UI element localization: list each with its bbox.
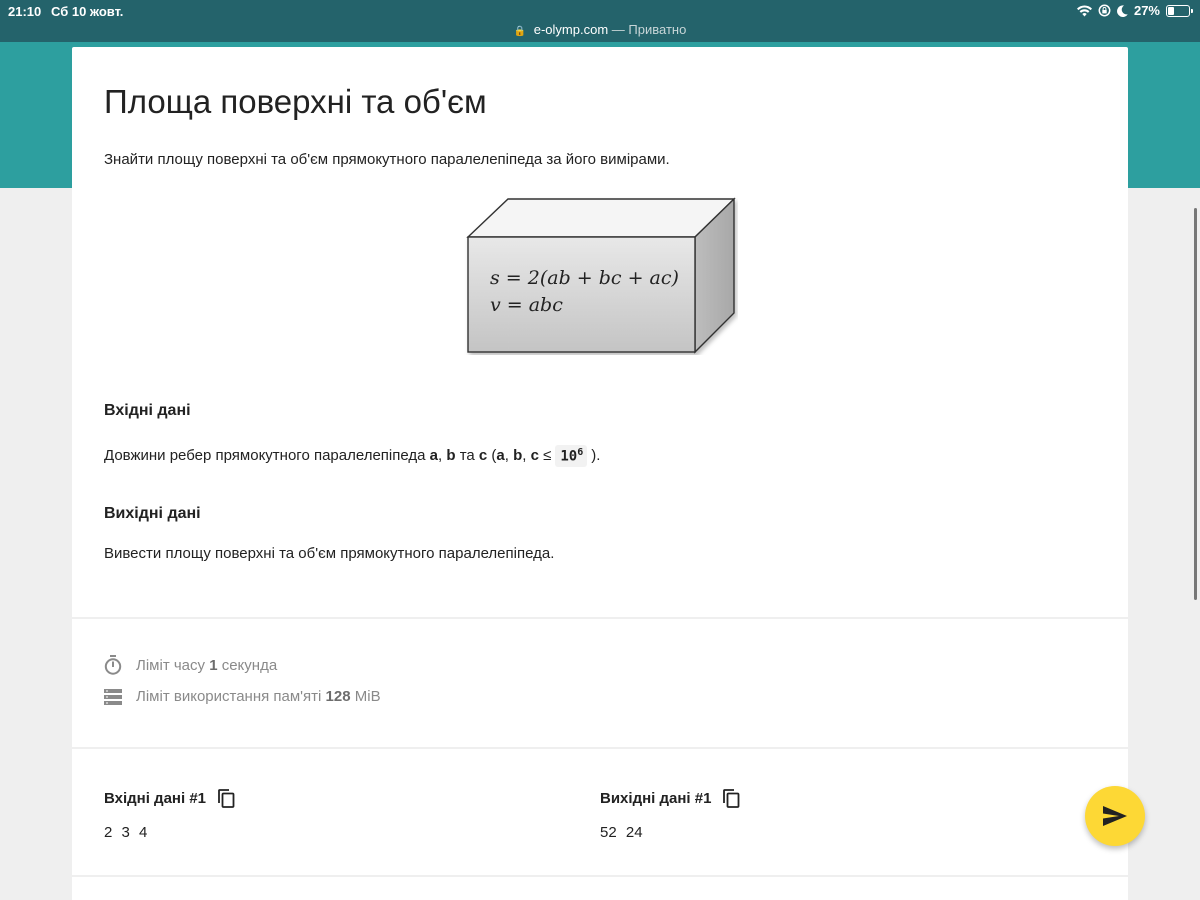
samples-card: Вхідні дані #1 2 3 4 Вихідні дані #1 52 … (72, 749, 1128, 875)
constraint-limit: 106 (555, 445, 588, 467)
send-icon (1103, 806, 1127, 826)
address-bar[interactable]: 🔒 e-olymp.com — Приватно (0, 22, 1200, 37)
output-description: Вивести площу поверхні та об'єм прямокут… (104, 545, 555, 562)
volume-formula: v = abc (490, 294, 563, 316)
next-card (72, 877, 1128, 900)
submit-fab[interactable] (1085, 786, 1145, 846)
lock-icon: 🔒 (513, 26, 527, 37)
input-description: Довжини ребер прямокутного паралелепіпед… (104, 445, 601, 467)
problem-intro: Знайти площу поверхні та об'єм прямокутн… (104, 151, 670, 168)
page-title: Площа поверхні та об'єм (104, 83, 487, 120)
var-c: c (478, 447, 488, 465)
copy-icon[interactable] (218, 789, 235, 808)
sample-output-heading: Вихідні дані #1 (600, 790, 712, 807)
sample-input: Вхідні дані #1 2 3 4 (104, 789, 235, 841)
copy-icon[interactable] (723, 789, 740, 808)
url-domain: e-olymp.com (533, 22, 609, 37)
url-separator: — (611, 22, 625, 37)
sample-input-value: 2 3 4 (104, 824, 148, 841)
private-mode-label: Приватно (628, 22, 687, 37)
time-limit-text: Ліміт часу 1 секунда (136, 656, 278, 674)
var-a: a (429, 447, 438, 465)
battery-icon (1166, 4, 1193, 17)
status-bar: 21:10 Сб 10 жовт. 27% 🔒 e-olymp.com — Пр… (0, 0, 1200, 42)
input-text-prefix: Довжини ребер прямокутного паралелепіпед… (104, 447, 426, 465)
status-indicators: 27% (1076, 3, 1193, 18)
box-figure: s = 2(ab + bc + ac) v = abc (466, 197, 736, 354)
limits-card: Ліміт часу 1 секунда Ліміт використання … (72, 619, 1128, 747)
sample-output-value: 52 24 (600, 824, 643, 841)
problem-card: Площа поверхні та об'єм Знайти площу пов… (72, 47, 1128, 617)
wifi-icon (1076, 4, 1092, 16)
input-heading: Вхідні дані (104, 402, 191, 419)
sample-output: Вихідні дані #1 52 24 (600, 789, 740, 841)
output-heading: Вихідні дані (104, 505, 201, 522)
sample-input-header: Вхідні дані #1 (104, 789, 235, 808)
memory-icon (104, 688, 122, 705)
battery-percent: 27% (1133, 3, 1160, 18)
sample-output-header: Вихідні дані #1 (600, 789, 740, 808)
var-b: b (446, 447, 456, 465)
memory-limit-text: Ліміт використання пам'яті 128 MiB (136, 688, 381, 705)
page-scrollbar[interactable] (1194, 208, 1197, 600)
lock-rotation-icon (1098, 4, 1111, 17)
timer-icon (104, 655, 122, 675)
memory-limit: Ліміт використання пам'яті 128 MiB (104, 688, 381, 705)
status-time: 21:10 (8, 4, 42, 19)
time-limit: Ліміт часу 1 секунда (104, 655, 277, 675)
status-date: Сб 10 жовт. (51, 4, 124, 19)
surface-formula: s = 2(ab + bc + ac) (490, 267, 679, 289)
sample-input-heading: Вхідні дані #1 (104, 790, 207, 807)
moon-icon (1117, 4, 1128, 17)
